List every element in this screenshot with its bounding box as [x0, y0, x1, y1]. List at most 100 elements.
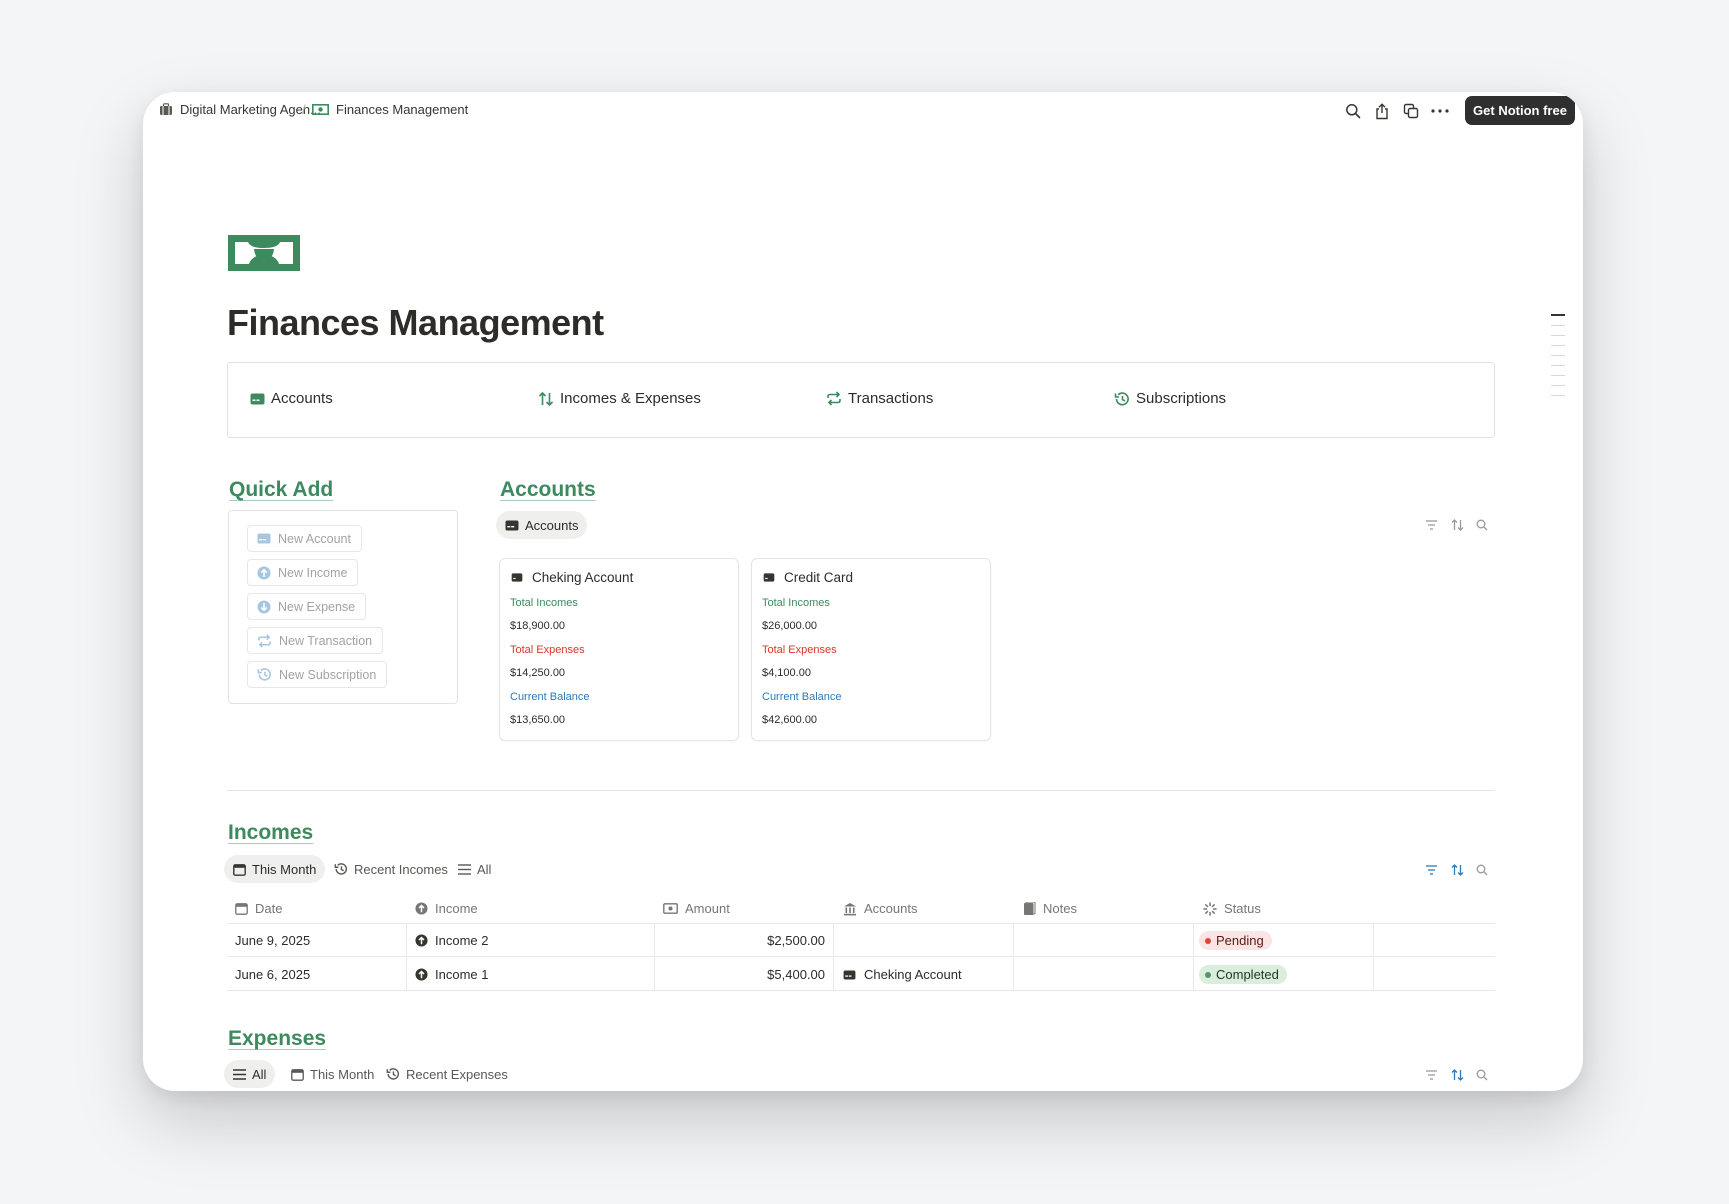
column-income[interactable]: Income [415, 901, 478, 916]
tab-all-label: All [252, 1066, 267, 1082]
sort-icon[interactable] [1449, 1067, 1465, 1083]
calendar-icon [235, 903, 248, 915]
breadcrumb-workspace[interactable]: Digital Marketing Agen... [159, 102, 321, 117]
column-date[interactable]: Date [235, 901, 282, 916]
filter-icon[interactable] [1423, 862, 1439, 878]
total-expenses-value: $14,250.00 [510, 667, 566, 679]
column-notes[interactable]: Notes [1023, 901, 1077, 916]
tab-recent-expenses[interactable]: Recent Expenses [377, 1060, 517, 1088]
nav-accounts[interactable]: Accounts [250, 390, 333, 407]
column-date-label: Date [255, 901, 283, 916]
section-nav: Accounts Incomes & Expenses Transactions… [227, 362, 1495, 438]
nav-incomes-expenses[interactable]: Incomes & Expenses [538, 390, 701, 407]
new-transaction-button[interactable]: New Transaction [247, 627, 384, 654]
status-badge: Pending [1199, 931, 1272, 950]
tab-all[interactable]: All [224, 1060, 276, 1088]
sort-icon[interactable] [1449, 862, 1465, 878]
search-icon[interactable] [1474, 1067, 1490, 1083]
briefcase-icon [160, 103, 172, 115]
tab-all[interactable]: All [449, 855, 500, 883]
search-icon[interactable] [1342, 100, 1364, 122]
calendar-icon [291, 1068, 304, 1081]
search-icon[interactable] [1474, 862, 1490, 878]
toc-line[interactable] [1551, 325, 1565, 326]
share-icon[interactable] [1371, 100, 1393, 122]
expenses-heading[interactable]: Expenses [228, 1027, 326, 1051]
duplicate-icon[interactable] [1400, 100, 1422, 122]
breadcrumb-workspace-label: Digital Marketing Agen... [180, 102, 321, 117]
cell-income[interactable]: Income 2 [415, 924, 488, 957]
quick-add-heading[interactable]: Quick Add [229, 478, 333, 502]
new-subscription-label: New Subscription [279, 667, 377, 682]
repeat-icon [258, 633, 271, 648]
column-status[interactable]: Status [1203, 901, 1261, 916]
new-income-button[interactable]: New Income [247, 559, 359, 586]
cell-income-label: Income 1 [435, 967, 489, 982]
filter-icon[interactable] [1423, 1067, 1439, 1083]
total-expenses-label: Total Expenses [762, 644, 837, 656]
cell-border [1013, 924, 1014, 957]
tab-this-month[interactable]: This Month [282, 1060, 383, 1088]
search-icon[interactable] [1474, 517, 1490, 533]
divider [227, 790, 1495, 791]
toc-line[interactable] [1551, 335, 1565, 336]
toc-line[interactable] [1551, 375, 1565, 376]
nav-subscriptions[interactable]: Subscriptions [1114, 390, 1226, 407]
new-account-label: New Account [278, 531, 351, 546]
nav-transactions[interactable]: Transactions [826, 390, 933, 407]
history-icon [1114, 391, 1129, 405]
cell-status[interactable]: Completed [1199, 958, 1287, 991]
card-icon [250, 393, 265, 404]
get-notion-button[interactable]: Get Notion free [1465, 96, 1575, 125]
table-row[interactable]: June 6, 2025 Income 1 $5,400.00 Cheking … [227, 958, 1495, 991]
cell-border [1373, 958, 1374, 991]
table-of-contents[interactable] [1551, 314, 1565, 405]
nav-subscriptions-label: Subscriptions [1136, 390, 1227, 407]
tab-accounts[interactable]: Accounts [496, 511, 588, 539]
list-icon [458, 863, 471, 875]
cell-income[interactable]: Income 1 [415, 958, 488, 991]
toc-line[interactable] [1551, 314, 1565, 316]
more-icon[interactable] [1429, 100, 1451, 122]
cell-status[interactable]: Pending [1199, 924, 1272, 957]
toc-line[interactable] [1551, 385, 1565, 386]
breadcrumb-page[interactable]: Finances Management [312, 102, 468, 117]
new-expense-button[interactable]: New Expense [247, 593, 367, 620]
card-icon [511, 573, 523, 582]
incomes-heading[interactable]: Incomes [228, 821, 313, 845]
total-incomes-label: Total Incomes [762, 597, 830, 609]
toc-line[interactable] [1551, 345, 1565, 346]
filter-icon[interactable] [1423, 517, 1439, 533]
cell-border [1013, 958, 1014, 991]
tab-this-month[interactable]: This Month [224, 855, 326, 883]
tab-this-month-label: This Month [252, 861, 317, 877]
nav-transactions-label: Transactions [848, 390, 934, 407]
column-accounts[interactable]: Accounts [843, 901, 917, 916]
new-income-label: New Income [278, 565, 348, 580]
account-card[interactable]: Credit Card Total Incomes $26,000.00 Tot… [751, 558, 991, 741]
toc-line[interactable] [1551, 395, 1565, 396]
card-icon [505, 520, 519, 530]
table-row[interactable]: June 9, 2025 Income 2 $2,500.00 Pending [227, 924, 1495, 957]
toc-line[interactable] [1551, 355, 1565, 356]
account-card[interactable]: Cheking Account Total Incomes $18,900.00… [499, 558, 739, 741]
status-badge: Completed [1199, 965, 1287, 984]
arrows-up-down-icon [538, 391, 554, 406]
cell-account[interactable]: Cheking Account [843, 958, 962, 991]
calendar-icon [233, 863, 246, 876]
new-subscription-button[interactable]: New Subscription [247, 661, 388, 688]
account-card-title: Cheking Account [511, 570, 633, 585]
toc-line[interactable] [1551, 365, 1565, 366]
notes-icon [1024, 901, 1036, 915]
status-icon [1203, 901, 1217, 916]
cell-border [406, 958, 407, 991]
new-account-button[interactable]: New Account [247, 525, 362, 552]
tab-recent-incomes[interactable]: Recent Incomes [325, 855, 457, 883]
tab-recent-incomes-label: Recent Incomes [354, 861, 448, 877]
accounts-heading[interactable]: Accounts [500, 478, 596, 502]
money-icon [663, 903, 678, 914]
sort-icon[interactable] [1449, 517, 1465, 533]
account-card-name: Cheking Account [532, 570, 634, 585]
top-bar: Digital Marketing Agen... / Finances Man… [143, 92, 1583, 130]
column-amount[interactable]: Amount [663, 901, 730, 916]
